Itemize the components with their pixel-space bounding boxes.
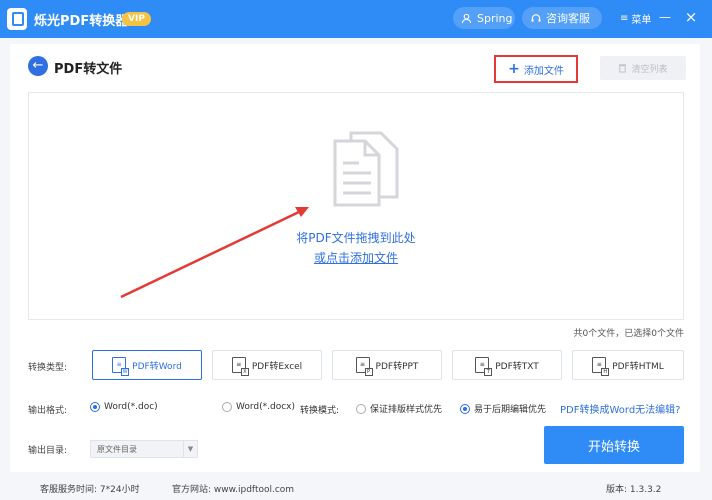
output-dir-value: 原文件目录 <box>97 444 137 454</box>
minimize-button[interactable]: — <box>658 9 672 25</box>
support-button[interactable]: 咨询客服 <box>522 7 602 29</box>
type-label: PDF转Word <box>132 361 182 372</box>
user-name: Spring <box>477 11 513 25</box>
conversion-type-label: 转换类型: <box>28 363 68 373</box>
type-pdf-to-excel[interactable]: ≡ X PDF转Excel <box>212 350 322 380</box>
format-doc-radio[interactable]: Word(*.doc) <box>90 402 158 412</box>
type-pdf-to-ppt[interactable]: ≡ P PDF转PPT <box>332 350 442 380</box>
trash-icon <box>619 64 627 73</box>
add-file-button[interactable]: + 添加文件 <box>494 55 578 83</box>
conversion-mode-label: 转换模式: <box>300 406 340 416</box>
txt-file-icon: ≡ T <box>475 357 493 376</box>
type-pdf-to-word[interactable]: ≡ W PDF转Word <box>92 350 202 380</box>
app-logo-icon <box>7 8 27 30</box>
close-button[interactable]: × <box>684 9 698 25</box>
start-conversion-button[interactable]: 开始转换 <box>544 426 684 464</box>
type-label: PDF转PPT <box>375 361 419 372</box>
html-file-icon: ≡ H <box>592 357 610 376</box>
format-docx-label: Word(*.docx) <box>236 402 296 412</box>
add-file-label: 添加文件 <box>523 65 564 77</box>
menu-label: 菜单 <box>631 15 652 26</box>
output-format-label: 输出格式: <box>28 406 68 416</box>
service-hours: 客服服务时间: 7*24小时 <box>40 485 140 495</box>
output-dir-select[interactable]: 原文件目录 ▼ <box>90 440 198 458</box>
drop-hint-text: 将PDF文件拖拽到此处 <box>296 231 416 245</box>
word-not-editable-help-link[interactable]: PDF转换成Word无法编辑? <box>560 401 681 416</box>
app-title: 烁光PDF转换器 <box>34 14 129 29</box>
radio-icon <box>356 403 366 414</box>
mode-layout-radio[interactable]: 保证排版样式优先 <box>356 402 442 415</box>
menu-button[interactable]: ≡ 菜单 <box>620 11 651 26</box>
mode-layout-label: 保证排版样式优先 <box>370 405 443 415</box>
official-website[interactable]: 官方网站: www.ipdftool.com <box>172 482 294 495</box>
click-add-file-link[interactable]: 或点击添加文件 <box>29 249 683 266</box>
mode-editable-label: 易于后期编辑优先 <box>474 405 547 415</box>
output-dir-label: 输出目录: <box>28 446 68 456</box>
support-label: 咨询客服 <box>546 12 590 25</box>
plus-icon: + <box>508 61 520 77</box>
version-info: 版本: 1.3.3.2 <box>606 485 662 495</box>
excel-file-icon: ≡ X <box>231 357 249 376</box>
back-button[interactable]: ← <box>28 56 48 76</box>
file-count-status: 共0个文件，已选择0个文件 <box>573 329 684 339</box>
vip-badge[interactable]: VIP <box>122 12 151 26</box>
radio-selected-icon <box>460 403 470 414</box>
chevron-down-icon: ▼ <box>183 441 197 457</box>
radio-icon <box>222 402 232 412</box>
format-doc-label: Word(*.doc) <box>104 402 158 412</box>
word-file-icon: ≡ W <box>112 357 130 376</box>
user-icon <box>461 13 472 23</box>
type-label: PDF转TXT <box>495 361 539 372</box>
hamburger-icon: ≡ <box>620 13 629 24</box>
type-pdf-to-txt[interactable]: ≡ T PDF转TXT <box>452 350 562 380</box>
type-pdf-to-html[interactable]: ≡ H PDF转HTML <box>572 350 684 380</box>
radio-selected-icon <box>90 402 100 412</box>
user-account-button[interactable]: Spring <box>453 7 515 29</box>
headset-icon <box>531 13 541 22</box>
mode-editable-radio[interactable]: 易于后期编辑优先 <box>460 402 546 415</box>
ppt-file-icon: ≡ P <box>355 357 373 376</box>
clear-list-button[interactable]: 清空列表 <box>600 56 686 80</box>
clear-list-label: 清空列表 <box>631 64 668 75</box>
type-label: PDF转Excel <box>251 361 303 372</box>
red-arrow-annotation <box>120 207 309 299</box>
main-panel: ← PDF转文件 + 添加文件 清空列表 将PDF文件拖拽到此处 或点击添加文件… <box>10 44 700 472</box>
format-docx-radio[interactable]: Word(*.docx) <box>222 402 295 412</box>
type-label: PDF转HTML <box>612 361 664 372</box>
file-drop-zone[interactable]: 将PDF文件拖拽到此处 或点击添加文件 <box>28 92 684 320</box>
page-title: PDF转文件 <box>54 62 123 77</box>
title-bar: 烁光PDF转换器 VIP Spring 咨询客服 ≡ 菜单 — × <box>0 0 712 38</box>
status-footer: 客服服务时间: 7*24小时 官方网站: www.ipdftool.com 版本… <box>0 474 712 500</box>
